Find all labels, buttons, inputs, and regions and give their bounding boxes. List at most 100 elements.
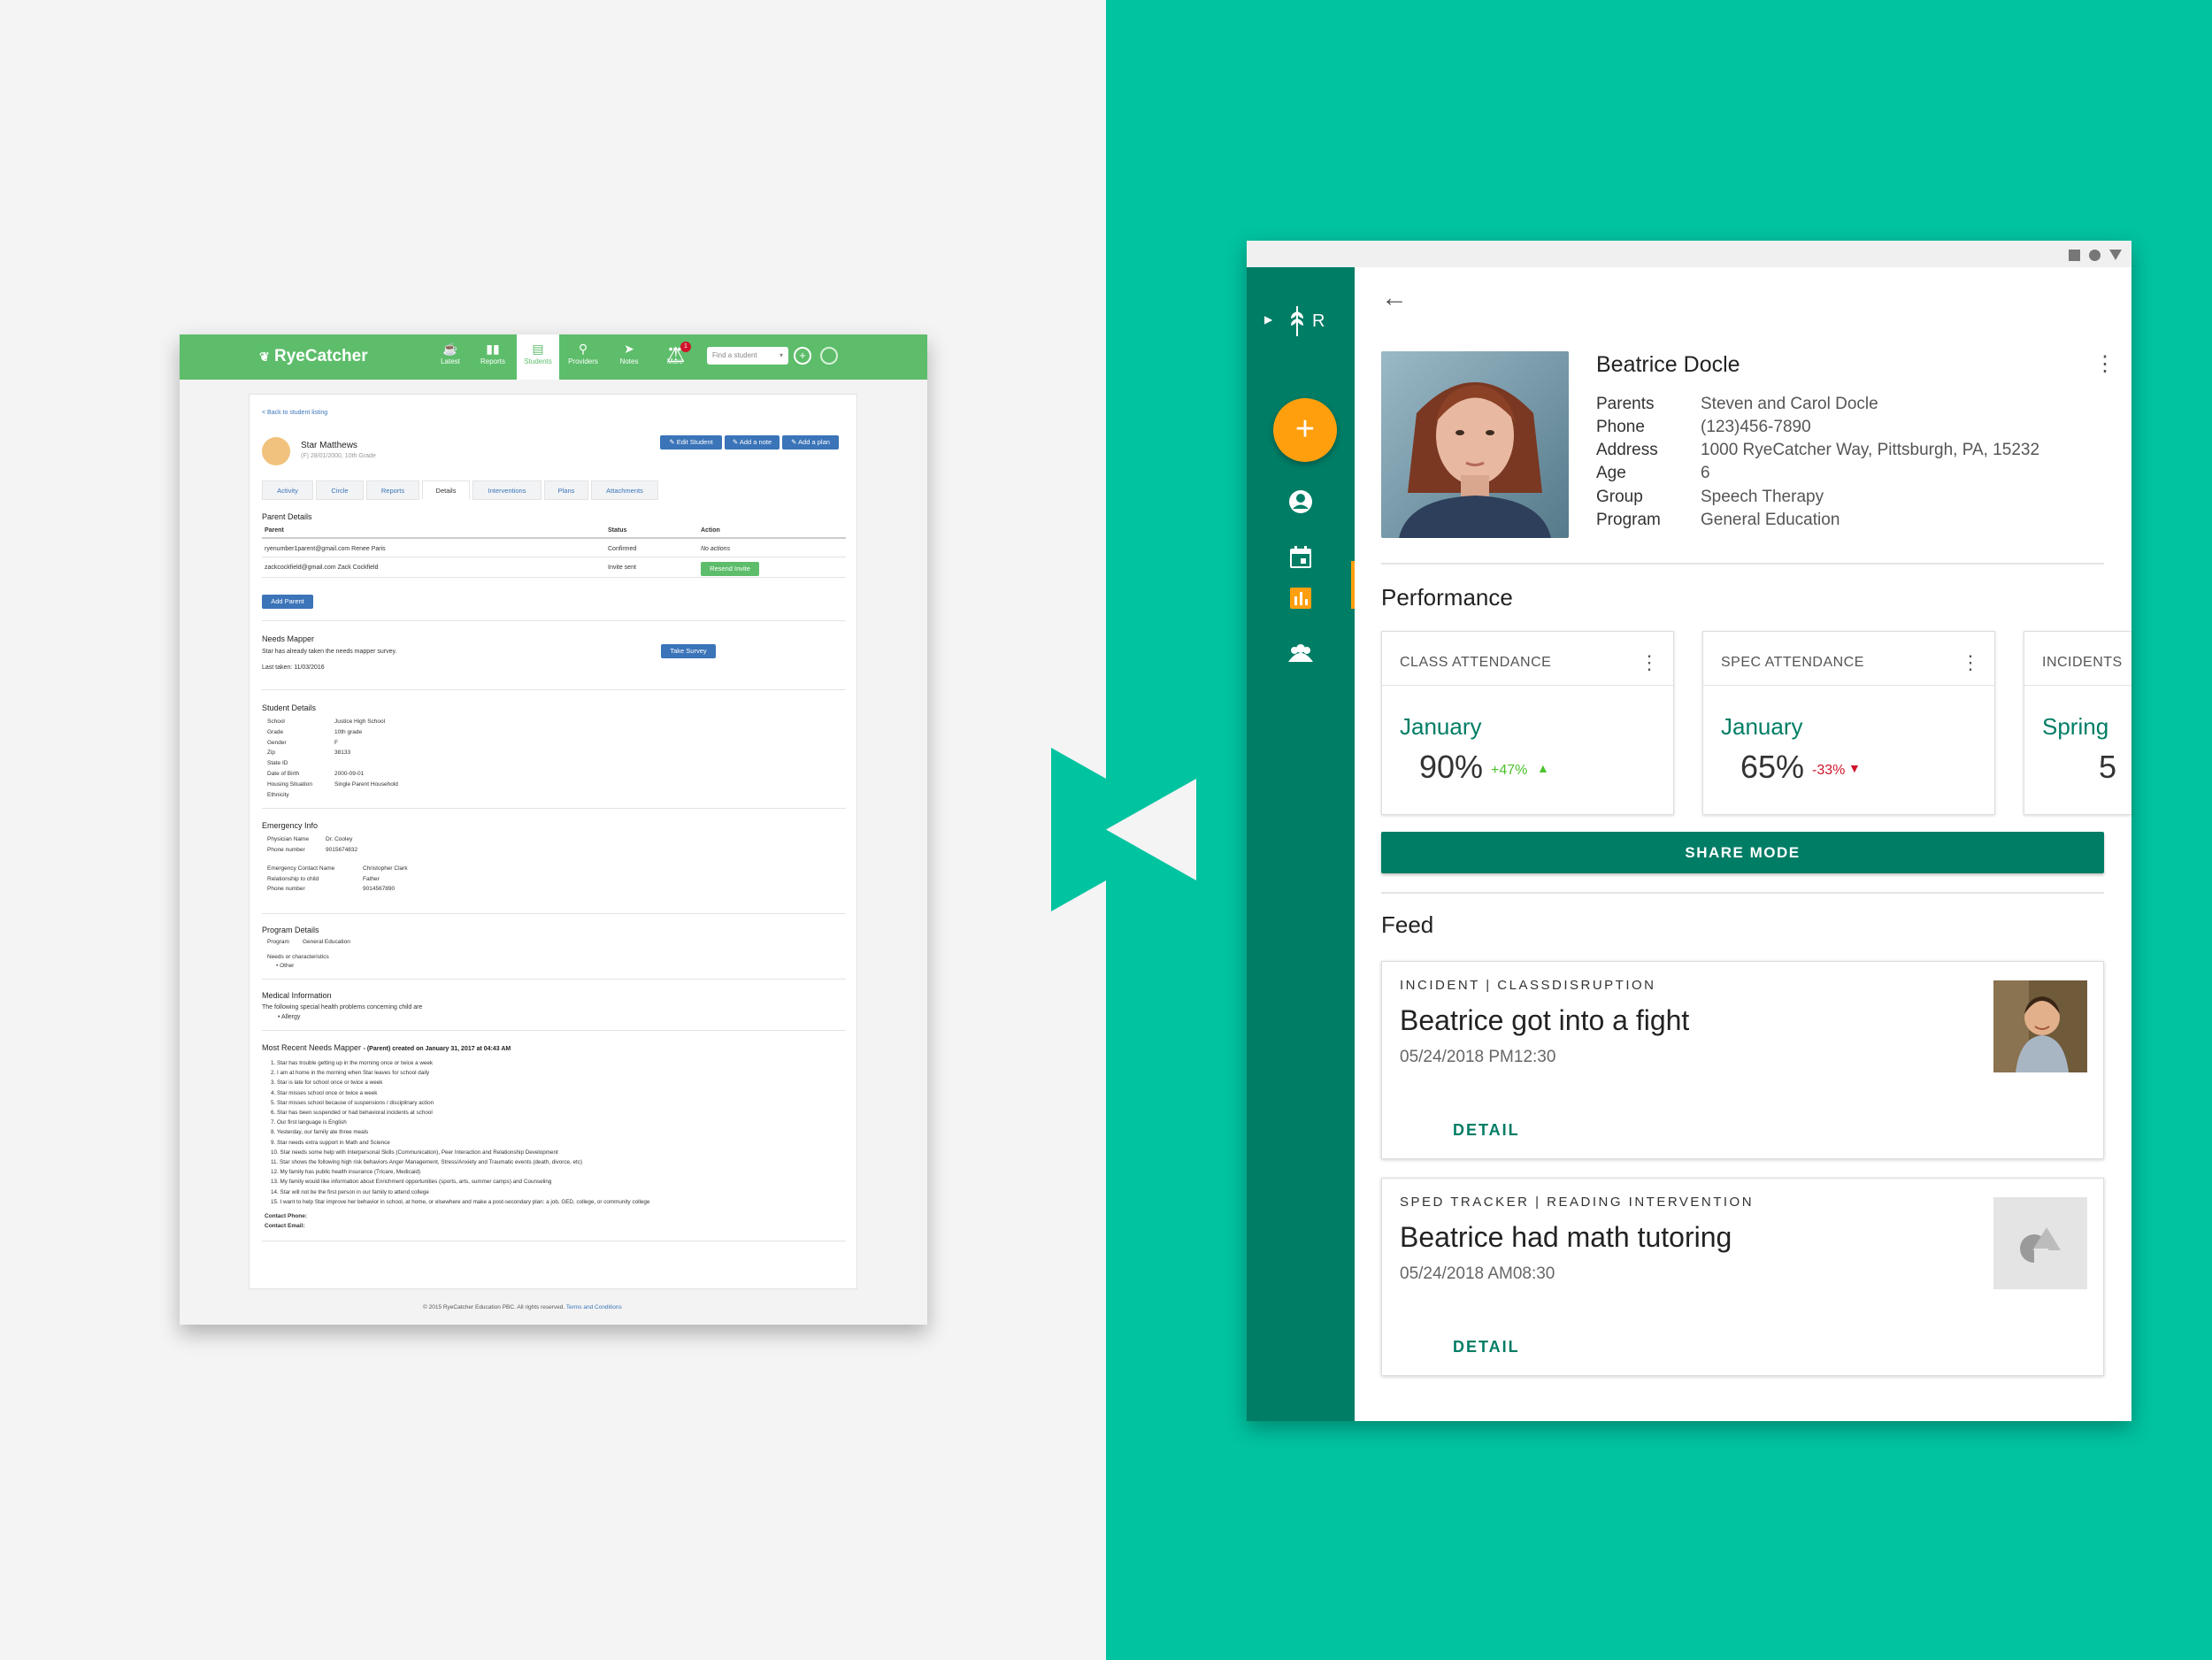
button-label: Add a note <box>739 438 772 446</box>
divider <box>262 620 846 621</box>
take-survey-button[interactable]: Take Survey <box>661 644 716 658</box>
old-tab-circle[interactable]: Circle <box>316 480 364 500</box>
detail-label-age: Age <box>1596 464 1626 482</box>
old-tab-interventions[interactable]: Interventions <box>472 480 541 500</box>
student-more-icon[interactable]: ⋮ <box>2094 354 2116 375</box>
window-square-icon[interactable] <box>2069 250 2080 261</box>
card-more-icon[interactable]: ⋮ <box>1961 651 1980 674</box>
old-tab-activity[interactable]: Activity <box>262 480 313 500</box>
recent-mapper-list: 1. Star has trouble getting up in the mo… <box>271 1058 846 1207</box>
old-nav-providers[interactable]: ⚲ Providers <box>562 340 604 377</box>
book-icon: ▤ <box>532 342 544 356</box>
incidents-card[interactable]: INCIDENTS Spring 5 <box>2024 631 2131 815</box>
parent-row-2-parent: zackcockfield@gmail.com Zack Cockfield <box>265 565 379 571</box>
bar-chart-icon[interactable] <box>1283 580 1318 616</box>
search-placeholder: Find a student <box>712 351 757 359</box>
add-parent-button[interactable]: Add Parent <box>262 595 313 609</box>
terms-link[interactable]: Terms and Conditions <box>566 1304 622 1310</box>
add-fab-button[interactable]: + <box>1273 398 1337 462</box>
label: Housing Situation <box>267 780 312 788</box>
rail-letter: R <box>1312 311 1325 331</box>
footer-text: © 2015 RyeCatcher Education PBC. All rig… <box>423 1304 565 1310</box>
card-title: CLASS ATTENDANCE <box>1400 655 1552 670</box>
value: 9014567890 <box>363 886 396 892</box>
old-tab-plans[interactable]: Plans <box>544 480 588 500</box>
back-arrow-icon[interactable]: ← <box>1381 283 1408 313</box>
old-nav-students[interactable]: ▤ Students <box>517 334 559 380</box>
detail-label-phone: Phone <box>1596 418 1645 436</box>
student-name: Beatrice Docle <box>1596 352 1740 377</box>
student-details-title: Student Details <box>262 703 317 712</box>
old-nav-reports[interactable]: ▮▮ Reports <box>472 340 514 377</box>
label: Phone number <box>267 846 305 853</box>
detail-value-parents: Steven and Carol Docle <box>1701 395 1878 413</box>
feed-item[interactable]: SPED TRACKER | READING INTERVENTION Beat… <box>1381 1178 2104 1376</box>
divider <box>262 1030 846 1031</box>
old-nav-latest[interactable]: ☕ Latest <box>429 340 472 377</box>
label: Phone number <box>267 886 305 892</box>
feed-category: INCIDENT | CLASSDISRUPTION <box>1400 978 1656 993</box>
parent-row-1-parent: ryenumber1parent@gmail.com Renee Paris <box>265 546 386 552</box>
calendar-icon[interactable] <box>1283 540 1318 575</box>
avatar-circle[interactable] <box>820 347 838 365</box>
old-tab-reports[interactable]: Reports <box>366 480 419 500</box>
alert-count-badge: 1 <box>680 342 691 352</box>
mapper-list-item: 13. My family would like information abo… <box>271 1179 552 1186</box>
value: Single Parent Household <box>334 780 398 788</box>
value: Father <box>363 875 380 882</box>
feed-thumbnail <box>1993 980 2087 1072</box>
value: Christopher Clark <box>363 865 408 872</box>
old-nav-label: Students <box>524 357 552 365</box>
expand-rail-icon[interactable]: ▶ <box>1264 313 1272 326</box>
feed-detail-button[interactable]: DETAIL <box>1453 1338 1520 1356</box>
old-top-nav: ❦ RyeCatcher ☕ Latest ▮▮ Reports ▤ Students… <box>180 334 927 380</box>
card-delta: +47% <box>1491 763 1528 778</box>
label: Gender <box>267 739 287 746</box>
value <box>334 758 398 769</box>
label: Zip <box>267 749 276 757</box>
divider <box>2024 685 2131 686</box>
mapper-list-item: 9. Star needs extra support in Math and … <box>271 1139 390 1146</box>
card-value: 5 <box>2099 749 2117 785</box>
spec-attendance-card[interactable]: SPEC ATTENDANCE ⋮ January 65% -33% ▼ <box>1702 631 1995 815</box>
col-parent: Parent <box>265 527 284 534</box>
label: Date of Birth <box>267 770 300 777</box>
feed-detail-button[interactable]: DETAIL <box>1453 1121 1520 1140</box>
add-circle-icon[interactable]: + <box>794 347 811 365</box>
card-more-icon[interactable]: ⋮ <box>1640 651 1659 674</box>
add-note-button[interactable]: ✎ Add a note <box>725 435 780 450</box>
new-app-window: ▶ R + ← Beatrice Docle ⋮ Parents Steven … <box>1247 241 2131 1421</box>
old-nav-notes[interactable]: ➤ Notes <box>608 340 650 377</box>
feed-category: SPED TRACKER | READING INTERVENTION <box>1400 1195 1755 1210</box>
edit-student-button[interactable]: ✎ Edit Student <box>660 435 722 450</box>
window-triangle-icon[interactable] <box>2109 250 2122 261</box>
resend-invite-button[interactable]: Resend Invite <box>701 562 759 576</box>
class-attendance-card[interactable]: CLASS ATTENDANCE ⋮ January 90% +47% ▲ <box>1381 631 1674 815</box>
divider <box>1703 685 1994 686</box>
old-student-search[interactable]: Find a student ▾ <box>707 347 788 365</box>
image-placeholder-icon <box>1993 1197 2087 1289</box>
needs-item-text: Other <box>280 963 295 969</box>
add-plan-button[interactable]: ✎ Add a plan <box>782 435 839 450</box>
feed-item[interactable]: INCIDENT | CLASSDISRUPTION Beatrice got … <box>1381 961 2104 1159</box>
divider <box>262 577 846 578</box>
parent-details-title: Parent Details <box>262 512 312 521</box>
old-tab-details[interactable]: Details <box>422 480 470 500</box>
medical-item: • Allergy <box>278 1014 301 1020</box>
old-nav-label: Reports <box>480 357 505 365</box>
performance-title: Performance <box>1381 584 1513 611</box>
old-brand-logo[interactable]: ❦ RyeCatcher <box>259 347 368 366</box>
share-mode-button[interactable]: SHARE MODE <box>1381 832 2104 873</box>
contact-email-label: Contact Email: <box>265 1223 305 1229</box>
mapper-list-item: 14. Star will not be the first person in… <box>271 1188 429 1195</box>
window-circle-icon[interactable] <box>2089 250 2101 261</box>
detail-value-program: General Education <box>1701 511 1840 529</box>
detail-label-parents: Parents <box>1596 395 1655 413</box>
group-icon[interactable] <box>1283 637 1318 672</box>
account-circle-icon[interactable] <box>1283 484 1318 519</box>
card-title: INCIDENTS <box>2042 655 2123 670</box>
nav-rail: ▶ R + <box>1247 267 1355 1421</box>
old-nav-label: Providers <box>568 357 598 365</box>
old-tab-attachments[interactable]: Attachments <box>591 480 658 500</box>
back-to-listing-link[interactable]: < Back to student listing <box>262 410 327 416</box>
